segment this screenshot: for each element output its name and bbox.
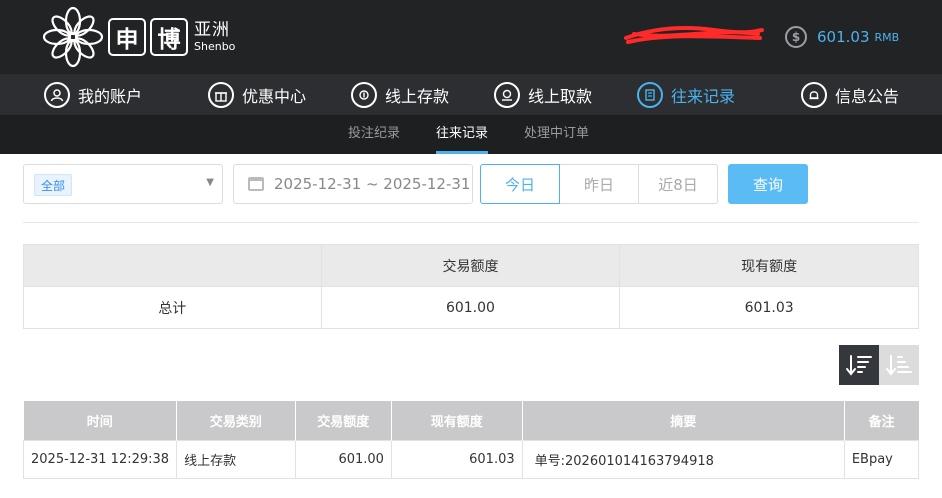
nav-label: 线上取款 [528, 86, 593, 106]
today-button[interactable]: 今日 [480, 164, 560, 204]
transaction-type-select[interactable]: 全部 ▼ [23, 164, 223, 204]
bell-icon [801, 81, 827, 108]
cell-remark: EBpay [843, 439, 920, 479]
quick-date-buttons: 今日 昨日 近8日 [480, 164, 718, 204]
column-header-amount: 交易额度 [295, 401, 392, 440]
sub-tabs: 投注纪录 往来记录 处理中订单 [0, 115, 942, 154]
date-range-picker[interactable]: 2025-12-31 ~ 2025-12-31 [233, 164, 473, 204]
date-range-value: 2025-12-31 ~ 2025-12-31 [274, 175, 471, 193]
nav-label: 优惠中心 [242, 86, 307, 106]
nav-label: 往来记录 [671, 86, 736, 106]
nav-online-deposit[interactable]: 线上存款 [351, 74, 449, 115]
cell-summary: 单号:202601014163794918 [521, 439, 845, 479]
table-row: 2025-12-31 12:29:38 线上存款 601.00 601.03 单… [22, 439, 920, 479]
calendar-icon [248, 177, 264, 191]
tab-pending-orders[interactable]: 处理中订单 [524, 115, 589, 154]
nav-my-account[interactable]: 我的账户 [44, 74, 142, 115]
column-header-type: 交易类别 [176, 401, 296, 440]
yesterday-button[interactable]: 昨日 [559, 164, 639, 204]
column-header-remark: 备注 [844, 401, 919, 440]
logo-name-cn: 亚洲 [194, 20, 230, 40]
sort-asc-button[interactable] [879, 345, 919, 385]
cell-time: 2025-12-31 12:29:38 [22, 439, 178, 479]
summary-total-row: 总计 601.00 601.03 [23, 286, 919, 329]
chevron-down-icon: ▼ [206, 177, 214, 188]
transaction-table: 时间 交易类别 交易额度 现有额度 摘要 备注 2025-12-31 12:29… [22, 401, 920, 479]
flower-logo-icon [42, 6, 104, 68]
column-header-balance: 现有额度 [391, 401, 523, 440]
withdraw-icon [494, 81, 520, 108]
sort-desc-button[interactable] [839, 345, 879, 385]
logo-char-2: 博 [150, 18, 188, 56]
nav-label: 线上存款 [385, 86, 450, 106]
summary-header-cell [23, 244, 322, 287]
table-header-row: 时间 交易类别 交易额度 现有额度 摘要 备注 [23, 401, 919, 440]
brand-logo[interactable]: 申 博 亚洲 Shenbo [42, 6, 235, 68]
account-balance: $ 601.03 RMB [785, 26, 899, 48]
column-header-time: 时间 [23, 401, 178, 440]
summary-transaction-amount: 601.00 [320, 286, 621, 329]
summary-header-cell: 现有额度 [619, 244, 919, 287]
cell-type: 线上存款 [176, 439, 296, 479]
main-nav: 我的账户 优惠中心 线上存款 线上取款 往来记录 信息公告 [0, 74, 942, 115]
cell-balance: 601.03 [390, 439, 523, 479]
nav-promotions[interactable]: 优惠中心 [208, 74, 306, 115]
summary-current-balance: 601.03 [619, 286, 919, 329]
user-icon [44, 81, 70, 108]
last-8-days-button[interactable]: 近8日 [638, 164, 718, 204]
nav-label: 信息公告 [835, 86, 900, 106]
sort-asc-icon [886, 355, 912, 376]
summary-label: 总计 [23, 286, 322, 329]
cell-amount: 601.00 [294, 439, 392, 479]
nav-label: 我的账户 [78, 86, 143, 106]
summary-table: 交易额度 现有额度 总计 601.00 601.03 [23, 244, 919, 329]
coin-icon: $ [785, 26, 807, 48]
balance-currency: RMB [874, 30, 900, 44]
tab-transaction-records[interactable]: 往来记录 [436, 115, 489, 154]
nav-online-withdraw[interactable]: 线上取款 [494, 74, 592, 115]
nav-announcements[interactable]: 信息公告 [801, 74, 899, 115]
nav-transaction-records[interactable]: 往来记录 [637, 74, 735, 115]
column-header-summary: 摘要 [522, 401, 845, 440]
top-header: 申 博 亚洲 Shenbo $ 601.03 RMB [0, 0, 942, 74]
logo-text: 亚洲 Shenbo [194, 20, 236, 53]
deposit-icon [351, 81, 377, 108]
balance-amount: 601.03 [817, 28, 870, 46]
tab-bet-records[interactable]: 投注纪录 [348, 115, 400, 154]
summary-header-row: 交易额度 现有额度 [23, 244, 919, 287]
logo-char-1: 申 [108, 18, 146, 56]
query-button[interactable]: 查询 [728, 164, 808, 204]
logo-name-en: Shenbo [194, 40, 236, 53]
divider [23, 222, 919, 223]
record-icon [637, 81, 663, 108]
selected-type-tag: 全部 [34, 174, 73, 196]
redacted-username [624, 26, 764, 44]
summary-header-cell: 交易额度 [320, 244, 621, 287]
sort-buttons [839, 345, 919, 385]
sort-desc-icon [846, 355, 872, 376]
gift-icon [208, 81, 234, 108]
